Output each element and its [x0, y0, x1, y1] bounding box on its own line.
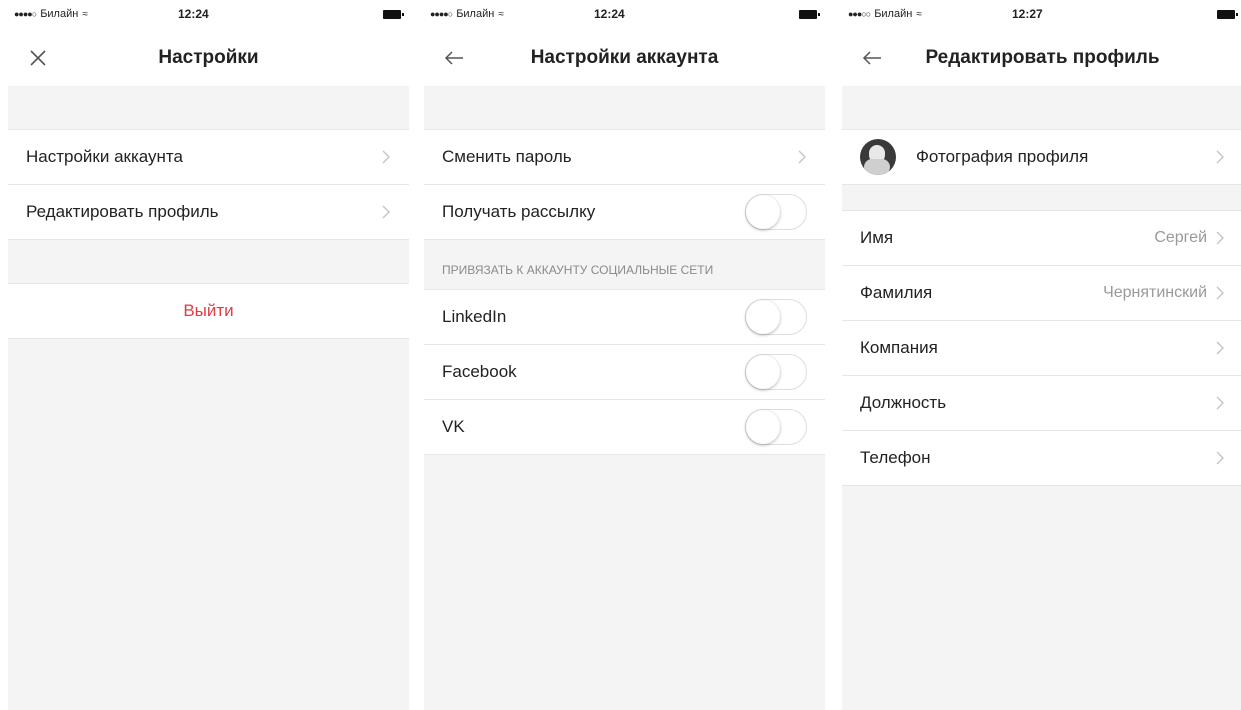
row-label: Компания — [860, 338, 938, 357]
battery-icon — [383, 10, 404, 19]
wifi-icon: ≈ — [498, 8, 504, 20]
carrier-name: Билайн — [874, 8, 913, 20]
phone-field[interactable]: Телефон — [842, 431, 1241, 486]
row-label: Фамилия — [860, 283, 933, 302]
clock: 12:24 — [594, 7, 625, 21]
settings-screen: ●●●●○ Билайн ≈ 12:24 Настройки Настройки… — [8, 0, 409, 710]
newsletter-toggle[interactable] — [745, 194, 807, 230]
nav-bar: Настройки аккаунта — [424, 30, 825, 86]
wifi-icon: ≈ — [82, 8, 88, 20]
facebook-toggle[interactable] — [745, 354, 807, 390]
row-value: Чернятинский — [1103, 284, 1207, 301]
signal-strength: ●●●○○ — [848, 9, 871, 19]
profile-photo-item[interactable]: Фотография профиля — [842, 130, 1241, 185]
chevron-right-icon — [798, 150, 806, 164]
battery-icon — [1217, 10, 1238, 19]
signal-strength: ●●●●○ — [430, 9, 453, 19]
page-title: Редактировать профиль — [925, 47, 1160, 68]
row-label: Должность — [860, 393, 947, 412]
edit-profile-screen: ●●●○○ Билайн ≈ 12:27 Редактировать профи… — [842, 0, 1241, 710]
page-title: Настройки аккаунта — [530, 47, 719, 68]
account-settings-item[interactable]: Настройки аккаунта — [8, 130, 409, 185]
carrier-name: Билайн — [456, 8, 495, 20]
newsletter-item: Получать рассылку — [424, 185, 825, 240]
chevron-right-icon — [1216, 150, 1224, 164]
section-spacer — [8, 240, 409, 284]
status-bar: ●●●●○ Билайн ≈ 12:24 — [8, 0, 409, 30]
chevron-right-icon — [1216, 286, 1224, 300]
position-field[interactable]: Должность — [842, 376, 1241, 431]
page-title: Настройки — [158, 47, 259, 68]
back-arrow-icon[interactable] — [856, 42, 888, 74]
first-name-field[interactable]: Имя Сергей — [842, 211, 1241, 266]
chevron-right-icon — [1216, 341, 1224, 355]
clock: 12:24 — [178, 7, 209, 21]
row-label: Фотография профиля — [916, 147, 1089, 166]
change-password-item[interactable]: Сменить пароль — [424, 130, 825, 185]
clock: 12:27 — [1012, 7, 1043, 21]
row-label: Получать рассылку — [442, 202, 596, 221]
social-item-linkedin: LinkedIn — [424, 290, 825, 345]
close-icon[interactable] — [22, 42, 54, 74]
avatar — [860, 139, 896, 175]
edit-profile-item[interactable]: Редактировать профиль — [8, 185, 409, 240]
social-item-facebook: Facebook — [424, 345, 825, 400]
section-spacer — [842, 185, 1241, 211]
wifi-icon: ≈ — [916, 8, 922, 20]
company-field[interactable]: Компания — [842, 321, 1241, 376]
chevron-right-icon — [1216, 231, 1224, 245]
status-bar: ●●●●○ Билайн ≈ 12:24 — [424, 0, 825, 30]
linkedin-toggle[interactable] — [745, 299, 807, 335]
chevron-right-icon — [1216, 451, 1224, 465]
social-section-header: ПРИВЯЗАТЬ К АККАУНТУ СОЦИАЛЬНЫЕ СЕТИ — [424, 240, 825, 290]
logout-label: Выйти — [183, 301, 234, 320]
social-item-vk: VK — [424, 400, 825, 455]
vk-toggle[interactable] — [745, 409, 807, 445]
row-label: Настройки аккаунта — [26, 147, 183, 166]
row-label: LinkedIn — [442, 307, 507, 326]
status-bar: ●●●○○ Билайн ≈ 12:27 — [842, 0, 1241, 30]
account-settings-screen: ●●●●○ Билайн ≈ 12:24 Настройки аккаунта … — [424, 0, 825, 710]
back-arrow-icon[interactable] — [438, 42, 470, 74]
nav-bar: Редактировать профиль — [842, 30, 1241, 86]
row-label: Facebook — [442, 362, 517, 381]
section-spacer — [842, 86, 1241, 130]
section-spacer — [424, 86, 825, 130]
row-value: Сергей — [1154, 229, 1207, 246]
row-label: Имя — [860, 228, 894, 247]
logout-button[interactable]: Выйти — [8, 284, 409, 339]
row-label: Сменить пароль — [442, 147, 572, 166]
chevron-right-icon — [382, 205, 390, 219]
carrier-name: Билайн — [40, 8, 79, 20]
chevron-right-icon — [1216, 396, 1224, 410]
nav-bar: Настройки — [8, 30, 409, 86]
battery-icon — [799, 10, 820, 19]
last-name-field[interactable]: Фамилия Чернятинский — [842, 266, 1241, 321]
row-label: Редактировать профиль — [26, 202, 219, 221]
row-label: VK — [442, 417, 465, 436]
chevron-right-icon — [382, 150, 390, 164]
section-spacer — [8, 86, 409, 130]
signal-strength: ●●●●○ — [14, 9, 37, 19]
row-label: Телефон — [860, 448, 931, 467]
